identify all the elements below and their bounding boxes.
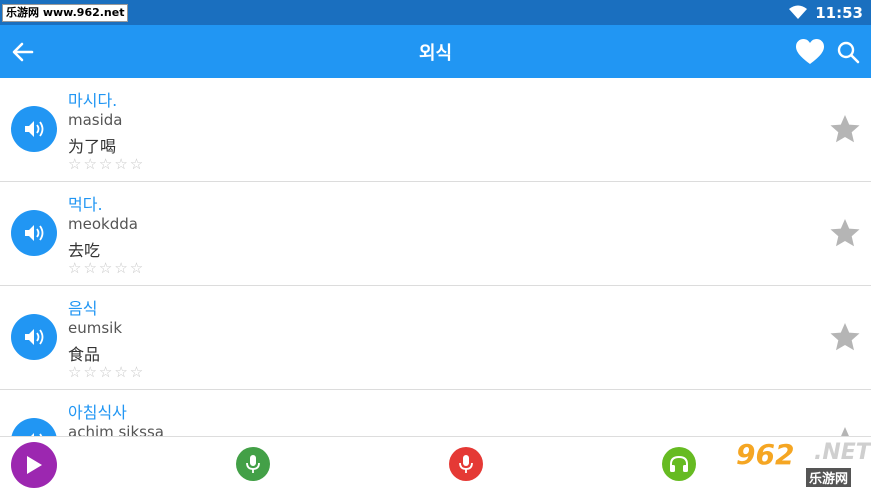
star-icon bbox=[830, 219, 860, 247]
phrase-translation: 去吃 bbox=[68, 241, 101, 260]
play-audio-button[interactable] bbox=[11, 314, 57, 360]
headphones-icon bbox=[670, 455, 688, 472]
phrase-romanization: meokdda bbox=[68, 215, 138, 233]
mic-icon bbox=[459, 455, 473, 473]
listen-button[interactable] bbox=[662, 447, 696, 481]
phrase-row[interactable]: 음식 eumsik 食品 ☆☆☆☆☆ bbox=[0, 286, 871, 390]
phrase-row[interactable]: 아침식사 achim sikssa bbox=[0, 390, 871, 436]
favorite-star-button[interactable] bbox=[829, 217, 861, 249]
watermark-label: 乐游网 www.962.net bbox=[2, 4, 129, 22]
status-clock: 11:53 bbox=[815, 3, 863, 22]
star-icon bbox=[830, 115, 860, 143]
phrase-rating[interactable]: ☆☆☆☆☆ bbox=[68, 155, 145, 173]
play-all-button[interactable] bbox=[11, 442, 57, 488]
watermark-brand: 962 bbox=[736, 438, 795, 471]
star-icon bbox=[830, 323, 860, 351]
phrase-romanization: eumsik bbox=[68, 319, 123, 337]
speaker-icon bbox=[25, 225, 44, 241]
favorites-button[interactable] bbox=[795, 38, 825, 66]
phrase-korean: 먹다. bbox=[68, 195, 103, 214]
search-button[interactable] bbox=[836, 40, 860, 64]
play-icon bbox=[27, 456, 42, 474]
phrase-korean: 아침식사 bbox=[68, 403, 127, 422]
phrase-korean: 마시다. bbox=[68, 91, 118, 110]
play-audio-button[interactable] bbox=[11, 210, 57, 256]
phrase-row[interactable]: 먹다. meokdda 去吃 ☆☆☆☆☆ bbox=[0, 182, 871, 286]
phrase-rating[interactable]: ☆☆☆☆☆ bbox=[68, 259, 145, 277]
speaker-icon bbox=[25, 121, 44, 137]
play-audio-button[interactable] bbox=[11, 106, 57, 152]
phrase-korean: 음식 bbox=[68, 299, 98, 318]
search-icon bbox=[837, 41, 860, 64]
status-right: 11:53 bbox=[789, 0, 863, 25]
favorite-star-button[interactable] bbox=[829, 425, 861, 436]
phrase-row[interactable]: 마시다. masida 为了喝 ☆☆☆☆☆ bbox=[0, 78, 871, 182]
star-icon bbox=[841, 427, 849, 436]
page-title: 외식 bbox=[418, 43, 453, 64]
status-bar: 乐游网 www.962.net 11:53 bbox=[0, 0, 871, 25]
speaker-icon bbox=[25, 329, 44, 345]
watermark-name: 乐游网 bbox=[806, 468, 852, 487]
favorite-star-button[interactable] bbox=[829, 113, 861, 145]
record-button[interactable] bbox=[236, 447, 270, 481]
phrase-translation: 食品 bbox=[68, 345, 101, 364]
heart-icon bbox=[796, 39, 824, 64]
phrase-list: 마시다. masida 为了喝 ☆☆☆☆☆ 먹다. meokdda 去吃 ☆☆☆… bbox=[0, 78, 871, 436]
favorite-star-button[interactable] bbox=[829, 321, 861, 353]
app-bar: 외식 bbox=[0, 25, 871, 78]
stop-record-button[interactable] bbox=[449, 447, 483, 481]
phrase-translation: 为了喝 bbox=[68, 137, 117, 156]
mic-icon bbox=[246, 455, 260, 473]
play-audio-button[interactable] bbox=[11, 418, 57, 436]
watermark-suffix: .NET bbox=[814, 440, 871, 465]
phrase-romanization: achim sikssa bbox=[68, 423, 164, 436]
phrase-rating[interactable]: ☆☆☆☆☆ bbox=[68, 363, 145, 381]
wifi-icon bbox=[789, 5, 808, 19]
phrase-romanization: masida bbox=[68, 111, 123, 129]
watermark-logo: 962 .NET 乐游网 bbox=[728, 438, 871, 488]
